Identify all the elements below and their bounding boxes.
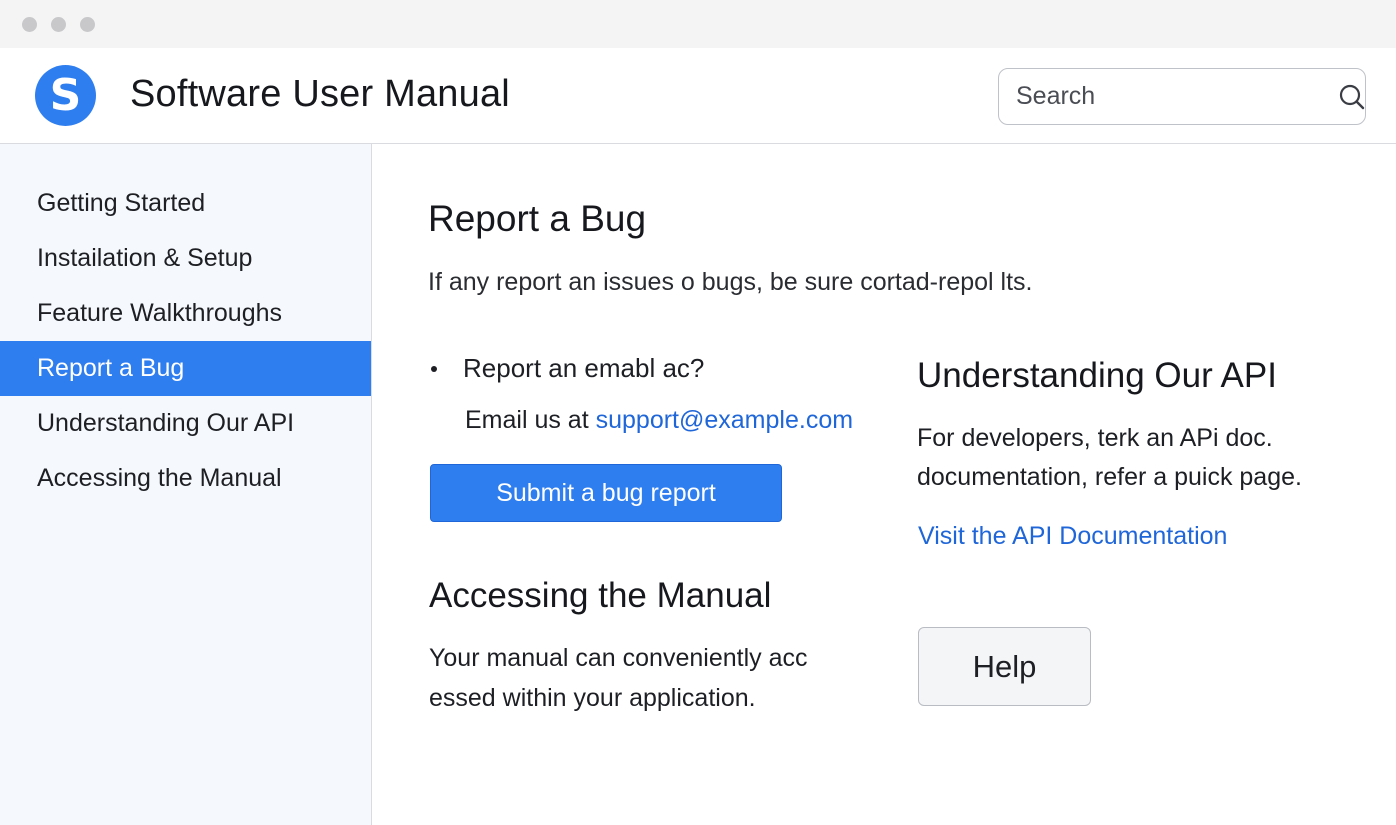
logo-letter: S [49,70,82,121]
sidebar-item-report-a-bug[interactable]: Report a Bug [0,341,371,396]
report-bullet-item: Report an emabl ac? [431,353,704,384]
window-maximize-dot[interactable] [80,16,95,32]
sidebar-item-installation-setup[interactable]: Instailation & Setup [0,231,371,286]
app-header: S Software User Manual [0,48,1396,144]
app-title: Software User Manual [130,73,510,115]
sidebar-item-getting-started[interactable]: Getting Started [0,176,371,231]
sidebar-item-understanding-api[interactable]: Understanding Our API [0,396,371,451]
sidebar-nav: Getting Started Instailation & Setup Fea… [0,144,372,825]
sidebar-item-label: Understanding Our API [37,409,295,437]
sidebar-item-label: Instailation & Setup [37,244,253,272]
support-email-link[interactable]: support@example.com [596,406,853,434]
sidebar-item-feature-walkthroughs[interactable]: Feature Walkthroughs [0,286,371,341]
email-line: Email us at support@example.com [465,406,853,435]
api-heading: Understanding Our API [917,356,1277,395]
report-bug-intro: If any report an issues o bugs, be sure … [428,268,1033,296]
help-button[interactable]: Help [918,627,1091,706]
app-window: S Software User Manual Getting Started I… [0,0,1396,825]
window-close-dot[interactable] [22,16,37,32]
api-text: For developers, terk an APi doc. documen… [917,424,1302,491]
sidebar-item-label: Report a Bug [37,354,185,382]
app-logo: S [35,65,96,126]
bullet-icon [431,365,437,372]
window-titlebar [0,0,1396,48]
sidebar-item-label: Getting Started [37,189,206,217]
report-bullet-text: Report an emabl ac? [463,353,705,383]
search-icon[interactable] [1338,83,1366,111]
window-minimize-dot[interactable] [51,16,66,32]
report-bug-heading: Report a Bug [428,198,647,239]
search-box[interactable] [998,68,1366,125]
sidebar-item-label: Feature Walkthroughs [37,299,283,327]
submit-bug-report-button[interactable]: Submit a bug report [430,464,782,522]
sidebar-item-accessing-manual[interactable]: Accessing the Manual [0,451,371,506]
search-input[interactable] [1016,82,1338,111]
main-content: Report a Bug If any report an issues o b… [373,144,1396,825]
accessing-manual-text: Your manual can conveniently acc essed w… [429,644,808,712]
accessing-manual-heading: Accessing the Manual [429,576,772,615]
api-documentation-link[interactable]: Visit the API Documentation [918,522,1227,551]
sidebar-item-label: Accessing the Manual [37,464,282,492]
email-prefix: Email us at [465,406,596,434]
